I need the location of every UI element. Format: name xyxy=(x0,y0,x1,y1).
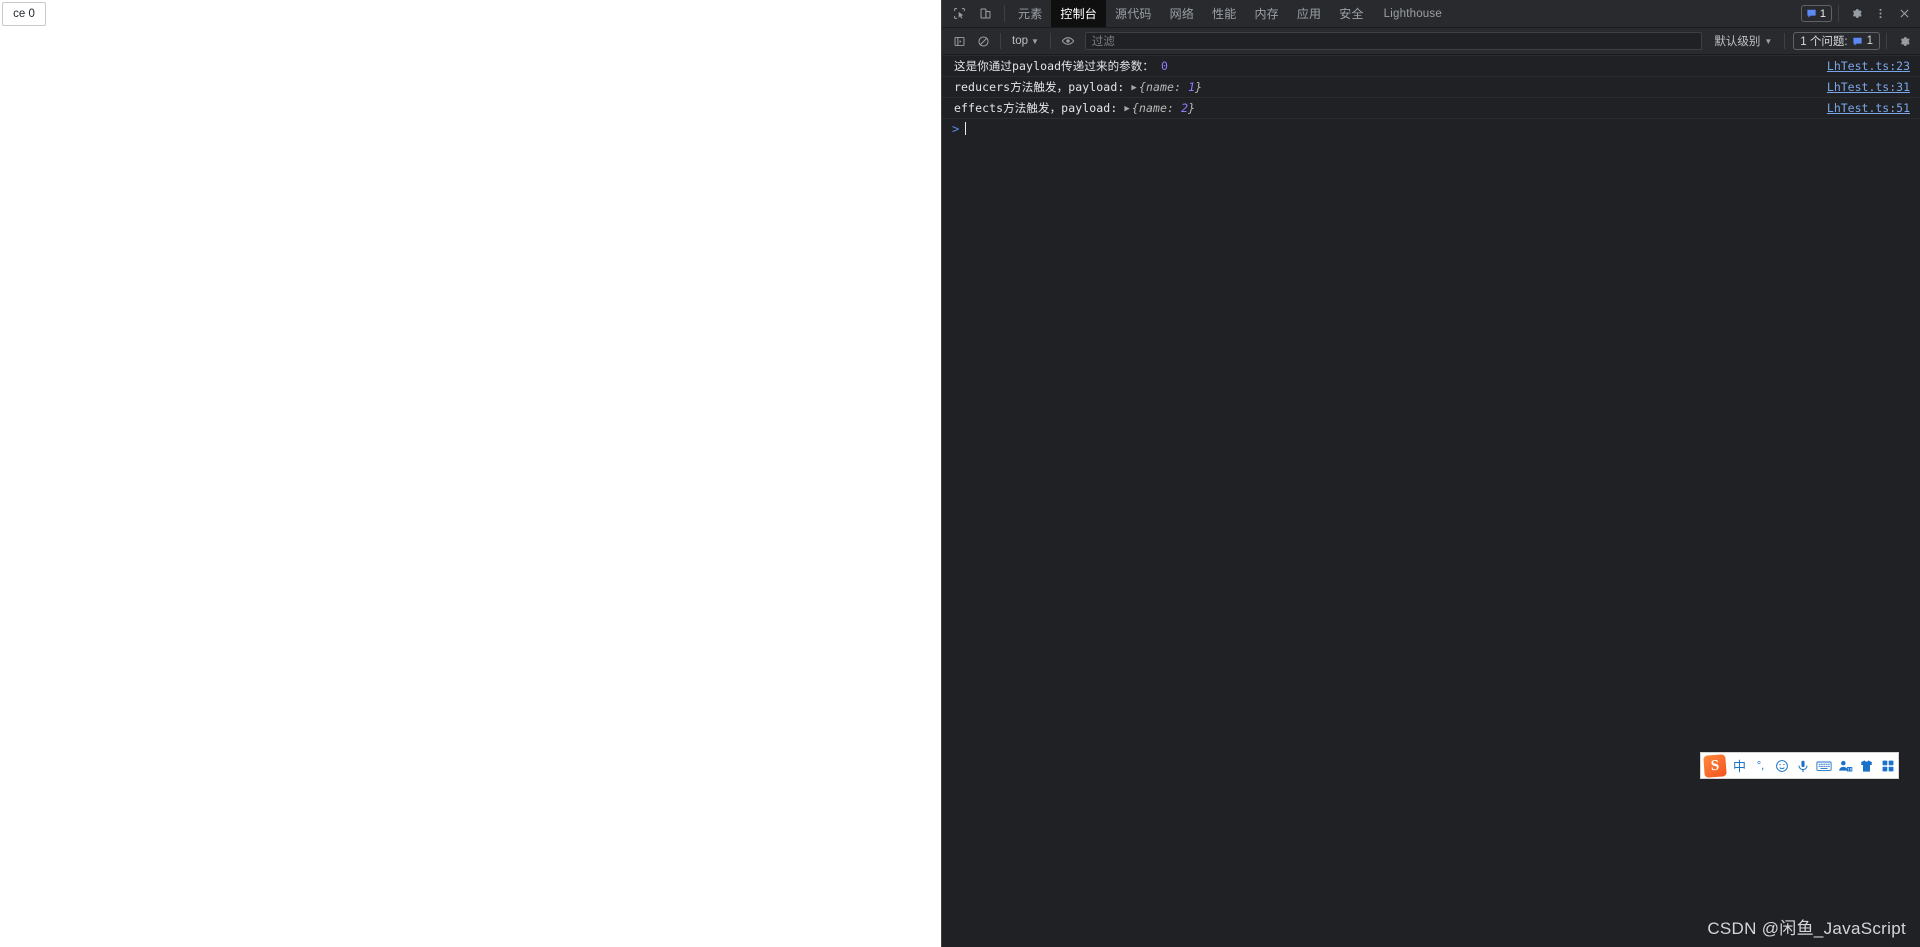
tab-sources[interactable]: 源代码 xyxy=(1106,0,1161,27)
console-filter-input[interactable]: 过滤 xyxy=(1084,32,1703,50)
console-object-preview[interactable]: ▶ {name: 1} xyxy=(1131,80,1202,94)
chevron-down-icon: ▼ xyxy=(1031,37,1039,46)
soft-keyboard-icon[interactable] xyxy=(1816,756,1832,776)
devtools-tabs: 元素 控制台 源代码 网络 性能 内存 应用 安全 Lighthouse xyxy=(1009,0,1453,27)
console-object-preview[interactable]: ▶ {name: 2} xyxy=(1124,101,1195,115)
ime-punctuation-mode[interactable]: °, xyxy=(1753,756,1768,776)
console-prompt[interactable]: > xyxy=(942,119,1920,138)
console-message-source-link[interactable]: LhTest.ts:31 xyxy=(1827,80,1914,94)
devtools-tool-icons xyxy=(942,0,1000,27)
issues-summary-button[interactable]: 1 个问题: 1 xyxy=(1793,32,1880,50)
issues-summary-count: 1 xyxy=(1866,35,1873,47)
devtools-tabstrip-actions: 1 xyxy=(1800,0,1920,27)
table-row[interactable]: 这是你通过payload传递过来的参数： 0 LhTest.ts:23 xyxy=(942,55,1920,77)
sogou-logo-icon[interactable]: S xyxy=(1703,753,1727,778)
chevron-down-icon: ▼ xyxy=(1764,37,1773,46)
tab-lighthouse-label: Lighthouse xyxy=(1383,7,1442,20)
context-selector[interactable]: top ▼ xyxy=(1007,35,1044,47)
close-icon[interactable] xyxy=(1893,3,1915,25)
inspect-element-icon[interactable] xyxy=(948,3,970,25)
tab-application[interactable]: 应用 xyxy=(1288,0,1330,27)
svg-text:16: 16 xyxy=(1847,767,1852,771)
issues-summary-label: 1 个问题: xyxy=(1800,36,1848,48)
console-toolbar-divider-2 xyxy=(1049,33,1051,49)
console-settings-gear-icon[interactable] xyxy=(1893,30,1915,52)
console-message-prefix: reducers方法触发，payload: xyxy=(954,80,1125,94)
issues-speech-icon xyxy=(1852,37,1862,46)
kebab-menu-icon[interactable] xyxy=(1869,3,1891,25)
issues-badge-count: 1 xyxy=(1819,7,1826,20)
csdn-watermark: CSDN @闲鱼_JavaScript xyxy=(1707,919,1906,938)
console-message-text: reducers方法触发，payload: ▶ {name: 1} xyxy=(954,79,1202,95)
table-row[interactable]: reducers方法触发，payload: ▶ {name: 1} LhTest.… xyxy=(942,77,1920,98)
console-object-close: } xyxy=(1195,80,1203,94)
tab-memory-label: 内存 xyxy=(1254,7,1279,21)
console-object-open: {name: xyxy=(1131,101,1175,115)
devtools-tabstrip: 元素 控制台 源代码 网络 性能 内存 应用 安全 Lighthouse 1 xyxy=(942,0,1920,28)
skin-icon[interactable] xyxy=(1859,756,1874,776)
console-toolbar-divider-4 xyxy=(1886,33,1887,49)
clear-console-icon[interactable] xyxy=(972,30,994,52)
toolbox-icon[interactable] xyxy=(1880,756,1895,776)
expand-triangle-icon[interactable]: ▶ xyxy=(1124,104,1130,114)
emoji-icon[interactable] xyxy=(1774,756,1789,776)
tab-console-label: 控制台 xyxy=(1060,7,1098,21)
live-expression-icon[interactable] xyxy=(1057,30,1079,52)
tab-console[interactable]: 控制台 xyxy=(1051,0,1107,27)
console-message-prefix: 这是你通过payload传递过来的参数： xyxy=(954,59,1154,73)
web-page-viewport: ce 0 xyxy=(0,0,941,947)
device-toolbar-icon[interactable] xyxy=(974,3,996,25)
tab-elements-label: 元素 xyxy=(1018,7,1043,21)
tab-lighthouse[interactable]: Lighthouse xyxy=(1373,0,1453,27)
console-message-source-link[interactable]: LhTest.ts:51 xyxy=(1827,101,1914,115)
console-toolbar: top ▼ 过滤 默认级别 ▼ 1 个问题: 1 xyxy=(942,28,1920,55)
console-toolbar-divider-1 xyxy=(1000,33,1001,49)
screenshot-root: ce 0 元素 控制台 源代码 网络 性能 内存 应用 安全 Lighthous… xyxy=(0,0,1920,947)
actions-divider xyxy=(1838,5,1839,22)
context-selector-label: top xyxy=(1012,35,1028,47)
issues-speech-icon xyxy=(1807,9,1816,18)
console-object-close: } xyxy=(1188,101,1196,115)
tab-elements[interactable]: 元素 xyxy=(1009,0,1051,27)
devtools-panel: 元素 控制台 源代码 网络 性能 内存 应用 安全 Lighthouse 1 t… xyxy=(941,0,1920,947)
toolbar-divider xyxy=(1004,5,1005,22)
ime-language-mode[interactable]: 中 xyxy=(1732,756,1747,776)
table-row[interactable]: effects方法触发，payload: ▶ {name: 2} LhTest.t… xyxy=(942,98,1920,119)
console-object-open: {name: xyxy=(1138,80,1182,94)
console-message-text: effects方法触发，payload: ▶ {name: 2} xyxy=(954,100,1195,116)
console-message-list: 这是你通过payload传递过来的参数： 0 LhTest.ts:23 redu… xyxy=(942,55,1920,947)
user-account-icon[interactable]: 16 xyxy=(1838,756,1853,776)
console-message-value: 0 xyxy=(1161,59,1169,73)
tab-application-label: 应用 xyxy=(1296,7,1322,21)
console-sidebar-icon[interactable] xyxy=(948,30,970,52)
tab-network[interactable]: 网络 xyxy=(1161,0,1203,27)
expand-triangle-icon[interactable]: ▶ xyxy=(1131,83,1137,93)
ime-toolbar: S 中 °, 16 xyxy=(1700,752,1899,779)
page-ce-button-label: ce 0 xyxy=(13,8,35,20)
log-level-label: 默认级别 xyxy=(1714,36,1761,48)
console-message-source-link[interactable]: LhTest.ts:23 xyxy=(1827,59,1914,73)
tab-network-label: 网络 xyxy=(1169,7,1195,21)
log-level-selector[interactable]: 默认级别 ▼ xyxy=(1708,33,1778,49)
tab-security[interactable]: 安全 xyxy=(1330,0,1372,27)
gear-icon[interactable] xyxy=(1845,3,1867,25)
tab-performance-label: 性能 xyxy=(1212,7,1237,21)
text-cursor xyxy=(965,122,967,135)
console-filter-placeholder: 过滤 xyxy=(1091,36,1115,48)
tab-memory[interactable]: 内存 xyxy=(1245,0,1287,27)
tab-performance[interactable]: 性能 xyxy=(1203,0,1245,27)
console-toolbar-divider-3 xyxy=(1784,33,1786,49)
tab-security-label: 安全 xyxy=(1339,7,1364,21)
tab-sources-label: 源代码 xyxy=(1115,7,1152,21)
console-message-prefix: effects方法触发，payload: xyxy=(954,101,1118,115)
page-ce-button[interactable]: ce 0 xyxy=(2,2,46,26)
voice-input-icon[interactable] xyxy=(1795,756,1810,776)
issues-badge[interactable]: 1 xyxy=(1800,5,1832,22)
prompt-arrow-icon: > xyxy=(952,121,960,136)
console-message-text: 这是你通过payload传递过来的参数： 0 xyxy=(954,58,1168,74)
